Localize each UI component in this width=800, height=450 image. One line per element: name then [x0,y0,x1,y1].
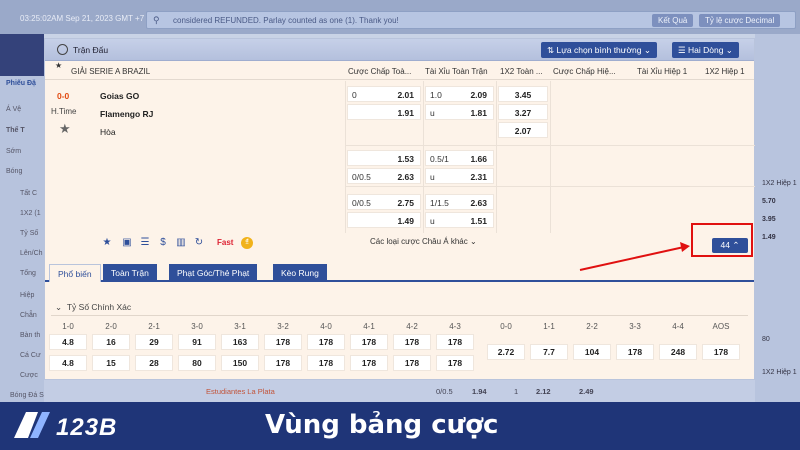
page-title: Vùng bảng cược [265,410,499,440]
logo-emblem-icon [14,412,50,438]
logo-text: 123B [56,414,118,441]
highlight-arrow [579,242,690,271]
brand-logo: 123B [8,408,218,444]
